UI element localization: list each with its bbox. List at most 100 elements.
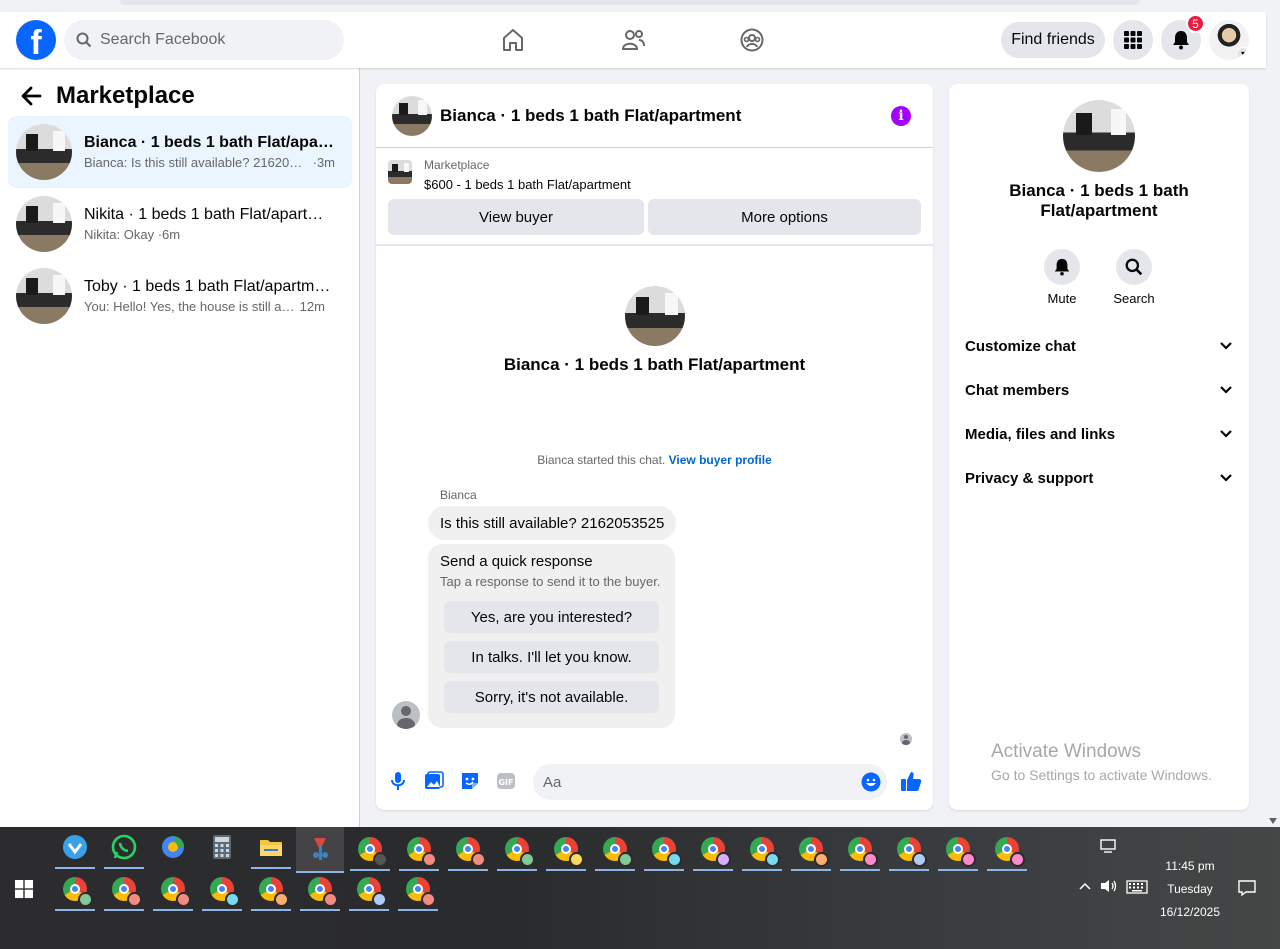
mute-action[interactable]: Mute [1034,249,1090,306]
like-icon[interactable] [899,769,923,793]
chrome-profile-icon[interactable] [349,869,389,911]
chrome-profile-icon[interactable] [938,829,978,871]
app-icon-1[interactable] [55,827,95,869]
browser-address-bar[interactable] [120,0,1140,5]
chrome-profile-icon[interactable] [889,829,929,871]
bell-icon [1054,258,1070,276]
sender-avatar[interactable] [392,701,420,729]
facebook-logo[interactable]: f [16,20,56,60]
quick-response-title: Send a quick response [440,553,593,570]
notification-center-icon[interactable] [1238,879,1256,900]
conversation-preview: You: Hello! Yes, the house is still avai… [84,299,296,314]
home-icon[interactable] [497,24,529,56]
chrome-profile-icon[interactable] [104,869,144,911]
separator: · [154,227,163,242]
conversation-item[interactable]: Bianca · 1 beds 1 bath Flat/apartment Bi… [8,116,352,188]
intro-thumbnail [625,286,685,346]
watermark-line-1: Activate Windows [991,741,1141,762]
clock[interactable]: 11:45 pm Tuesday 16/12/2025 [1152,859,1228,919]
volume-icon[interactable] [1100,879,1118,896]
chrome-profile-icon[interactable] [350,829,390,871]
chrome-profile-icon[interactable] [300,869,340,911]
started-text: Bianca started this chat. [537,453,666,467]
chrome-profile-icon[interactable] [448,829,488,871]
chat-started-notice: Bianca started this chat. View buyer pro… [376,453,933,467]
chrome-profile-icon[interactable] [497,829,537,871]
quick-reply-button[interactable]: In talks. I'll let you know. [444,641,659,673]
section-label: Media, files and links [965,425,1116,443]
browser-app-icon[interactable] [153,827,193,867]
customize-chat-section[interactable]: Customize chat [965,334,1233,358]
quick-reply-button[interactable]: Sorry, it's not available. [444,681,659,713]
calculator-icon[interactable] [202,827,242,867]
info-icon[interactable]: i [891,106,911,126]
chrome-profile-icon[interactable] [202,869,242,911]
emoji-icon[interactable] [861,772,881,792]
sidebar-header: Marketplace [20,82,195,110]
chat-title[interactable]: Bianca · 1 beds 1 bath Flat/apartment [440,106,741,126]
view-buyer-button[interactable]: View buyer [388,199,644,235]
chrome-profile-icon[interactable] [399,829,439,871]
microphone-icon[interactable] [387,770,409,792]
chrome-profile-icon[interactable] [791,829,831,871]
chevron-up-icon[interactable] [1078,880,1092,894]
back-arrow-icon[interactable] [20,85,42,107]
message-composer: GIF [376,760,933,804]
chrome-profile-icon[interactable] [742,829,782,871]
media-files-links-section[interactable]: Media, files and links [965,422,1233,446]
conversation-time: 6m [162,227,181,242]
conversation-title: Bianca · 1 beds 1 bath Flat/apartment [84,134,334,151]
conversation-item[interactable]: Toby · 1 beds 1 bath Flat/apartment You:… [8,260,352,332]
chrome-profile-icon[interactable] [546,829,586,871]
listing-price-title[interactable]: $600 - 1 beds 1 bath Flat/apartment [424,177,631,192]
network-icon[interactable] [1100,839,1118,858]
notifications-button[interactable]: 5 [1161,14,1205,60]
chevron-down-icon: ▾ [1236,47,1249,60]
top-navigation: f Find friends 5 ▾ [0,12,1266,68]
message-input[interactable] [543,773,843,791]
page-scrollbar[interactable] [1266,12,1280,827]
scroll-down-arrow-icon[interactable] [1269,818,1277,824]
file-explorer-icon[interactable] [251,827,291,869]
chrome-profile-icon[interactable] [153,869,193,911]
menu-grid-button[interactable] [1113,20,1153,60]
profile-avatar[interactable]: ▾ [1209,20,1249,60]
search-input[interactable] [100,31,320,49]
chrome-profile-icon[interactable] [55,869,95,911]
sticker-icon[interactable] [459,770,481,792]
search-action[interactable]: Search [1106,249,1162,306]
keyboard-icon[interactable] [1126,880,1148,897]
whatsapp-icon[interactable] [104,827,144,869]
quick-reply-button[interactable]: Yes, are you interested? [444,601,659,633]
active-app-icon[interactable] [296,827,344,873]
photo-icon[interactable] [423,770,445,792]
chrome-profile-icon[interactable] [840,829,880,871]
svg-text:GIF: GIF [498,778,513,787]
mute-label: Mute [1047,291,1077,306]
chevron-down-icon [1220,474,1232,482]
groups-icon[interactable] [736,24,768,56]
conversation-preview: Bianca: Is this still available? 2162053… [84,155,309,170]
privacy-support-section[interactable]: Privacy & support [965,466,1233,490]
conversation-item[interactable]: Nikita · 1 beds 1 bath Flat/apartment Ni… [8,188,352,260]
chat-thumbnail[interactable] [392,95,432,136]
chrome-profile-icon[interactable] [398,869,438,911]
search-box[interactable] [64,20,344,60]
friends-icon[interactable] [617,24,649,56]
chrome-profile-icon[interactable] [644,829,684,871]
section-label: Customize chat [965,337,1076,355]
more-options-button[interactable]: More options [648,199,921,235]
chat-members-section[interactable]: Chat members [965,378,1233,402]
chrome-profile-icon[interactable] [251,869,291,911]
chrome-profile-icon[interactable] [693,829,733,871]
gif-icon[interactable]: GIF [495,770,517,792]
message-input-box[interactable] [533,764,887,800]
chrome-profile-icon[interactable] [987,829,1027,871]
clock-time: 11:45 pm [1165,859,1215,873]
windows-start-icon[interactable] [4,869,44,909]
search-icon [1125,258,1143,276]
message-bubble[interactable]: Is this still available? 2162053525 [428,506,677,540]
view-buyer-profile-link[interactable]: View buyer profile [669,453,772,467]
chrome-profile-icon[interactable] [595,829,635,871]
find-friends-button[interactable]: Find friends [1001,22,1105,58]
